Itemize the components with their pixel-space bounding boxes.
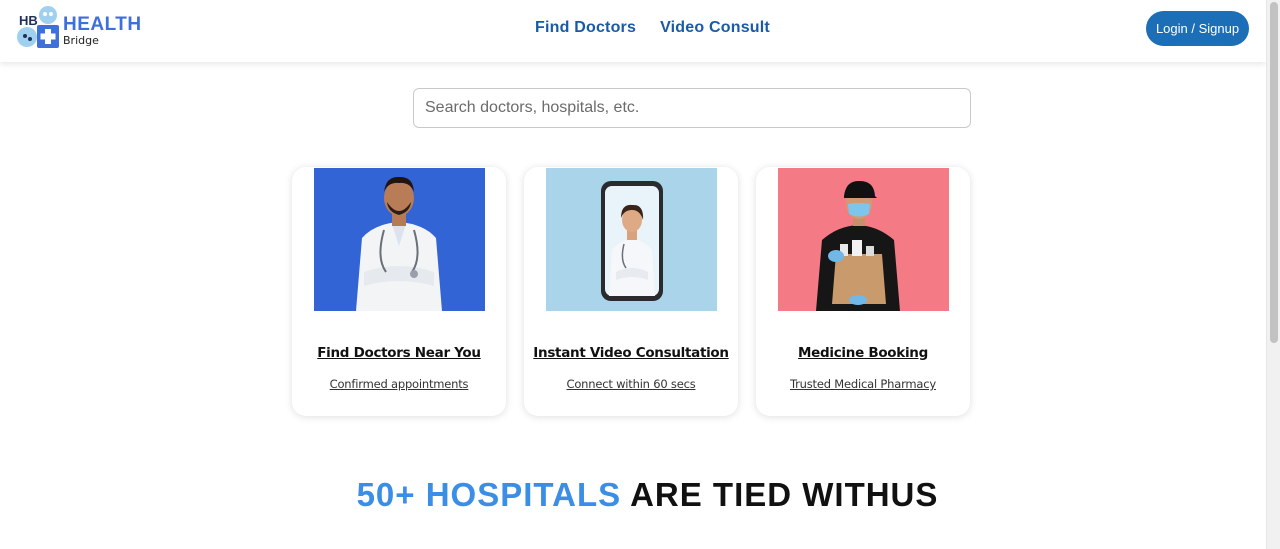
card-medicine-booking[interactable]: Medicine Booking Trusted Medical Pharmac… [756,167,970,416]
logo-subname: Bridge [63,34,99,47]
search-input[interactable] [413,88,971,128]
logo-mark-icon [17,6,59,48]
brand-logo[interactable]: HB HEALTH Bridge [15,5,145,51]
card-title[interactable]: Find Doctors Near You [292,345,506,361]
main-nav: Find Doctors Video Consult [535,19,794,37]
hospitals-count-highlight: 50+ HOSPITALS [356,476,622,513]
card-title[interactable]: Medicine Booking [756,345,970,361]
card-subtitle[interactable]: Trusted Medical Pharmacy [756,377,970,391]
card-subtitle[interactable]: Connect within 60 secs [524,377,738,391]
card-subtitle[interactable]: Confirmed appointments [292,377,506,391]
hospitals-tied-heading: 50+ HOSPITALS ARE TIED WITHUS [0,476,1280,514]
nav-video-consult[interactable]: Video Consult [660,19,770,37]
scrollbar-thumb[interactable] [1270,2,1278,343]
nav-find-doctors[interactable]: Find Doctors [535,19,636,37]
top-header: HB HEALTH Bridge Find Doctors Video Consu… [0,0,1266,62]
doctor-photo [314,168,485,311]
logo-name: HEALTH [63,14,142,35]
delivery-photo [778,168,949,311]
card-video-consultation[interactable]: Instant Video Consultation Connect withi… [524,167,738,416]
logo-initials: HB [19,13,38,28]
page-scrollbar[interactable] [1266,0,1280,549]
login-signup-button[interactable]: Login / Signup [1146,11,1249,46]
card-find-doctors[interactable]: Find Doctors Near You Confirmed appointm… [292,167,506,416]
video-consult-photo [546,168,717,311]
hospitals-heading-rest: ARE TIED WITHUS [630,476,939,513]
card-title[interactable]: Instant Video Consultation [524,345,738,361]
